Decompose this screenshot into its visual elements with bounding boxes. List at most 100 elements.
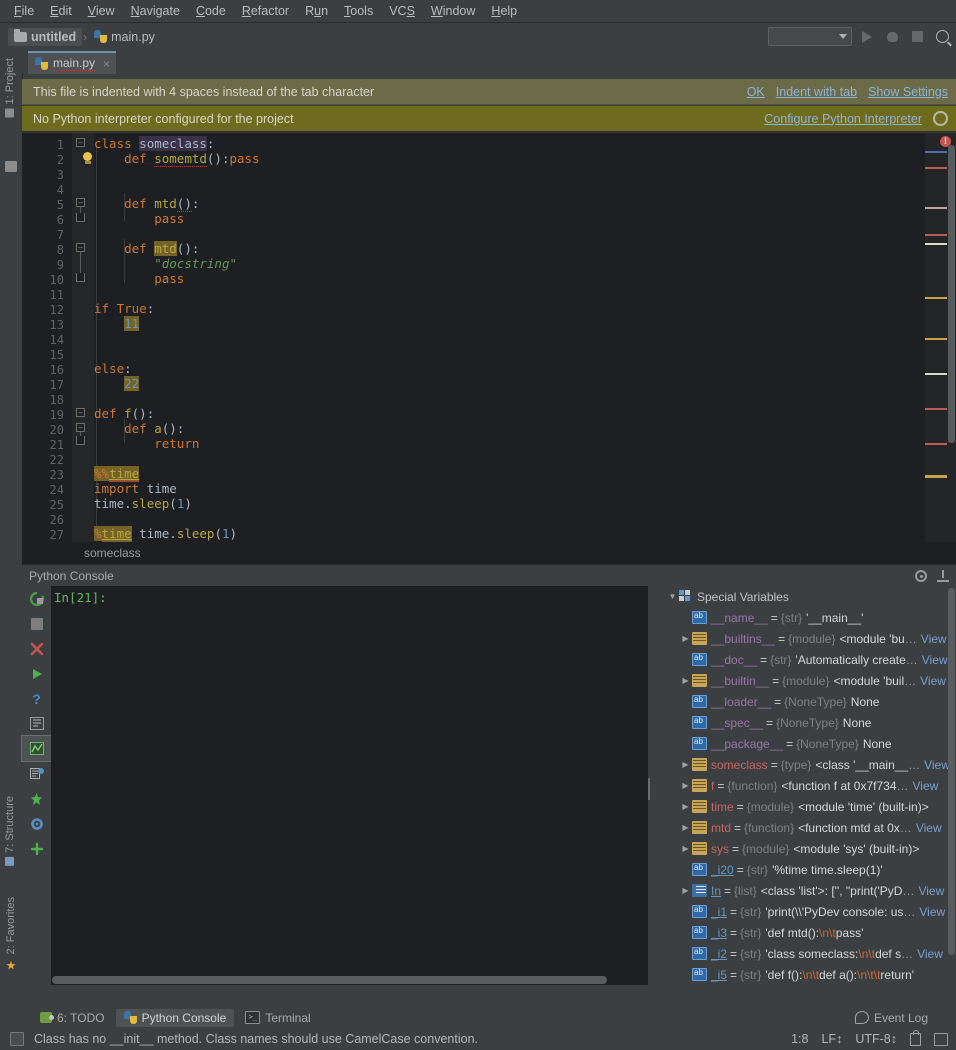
lock-icon[interactable]: [910, 1033, 921, 1046]
chevron-down-icon[interactable]: ▼: [666, 592, 679, 601]
stripe-mark[interactable]: [925, 373, 947, 375]
variable-row[interactable]: _i5={str}'def f():\n\tdef a():\n\t\tretu…: [660, 964, 956, 985]
debug-button[interactable]: [882, 27, 902, 47]
indent-with-tab-link[interactable]: Indent with tab: [776, 85, 857, 99]
menu-item-help[interactable]: Help: [483, 2, 525, 20]
view-link[interactable]: View: [916, 821, 942, 835]
stripe-mark[interactable]: [925, 408, 947, 410]
menu-item-vcs[interactable]: VCS: [381, 2, 423, 20]
chevron-right-icon[interactable]: ▶: [679, 886, 692, 895]
fold-marker-mtd2[interactable]: –: [76, 243, 85, 252]
bottom-tab-terminal[interactable]: >_ Terminal: [237, 1009, 318, 1027]
fold-marker-mtd1[interactable]: –: [76, 198, 85, 207]
line-separator[interactable]: LF↕: [821, 1032, 842, 1046]
menu-item-edit[interactable]: Edit: [42, 2, 80, 20]
chevron-right-icon[interactable]: ▶: [679, 823, 692, 832]
run-configuration-selector[interactable]: [768, 27, 852, 46]
variable-row[interactable]: ▶time={module}<module 'time' (built-in)>: [660, 796, 956, 817]
variable-row[interactable]: ▶someclass={type}<class '__main__…View: [660, 754, 956, 775]
configure-python-interpreter-link[interactable]: Configure Python Interpreter: [764, 112, 922, 126]
breadcrumb-project[interactable]: untitled: [8, 28, 82, 46]
editor-text[interactable]: class someclass: def somemtd():pass def …: [94, 133, 925, 542]
view-link[interactable]: View: [913, 779, 939, 793]
sidebar-item-structure[interactable]: 7: Structure: [0, 793, 20, 869]
menu-item-file[interactable]: FFileile: [6, 2, 42, 20]
chevron-right-icon[interactable]: ▶: [679, 844, 692, 853]
add-button[interactable]: [22, 836, 51, 861]
caret-position[interactable]: 1:8: [791, 1032, 808, 1046]
stripe-mark[interactable]: [925, 243, 947, 245]
chevron-right-icon[interactable]: ▶: [679, 802, 692, 811]
breadcrumb-file[interactable]: main.py: [88, 28, 161, 46]
menu-item-window[interactable]: Window: [423, 2, 483, 20]
chevron-right-icon[interactable]: ▶: [679, 634, 692, 643]
sidebar-item-project[interactable]: 1: Project: [0, 55, 20, 120]
variable-row[interactable]: ▶__builtin__={module}<module 'buil…View: [660, 670, 956, 691]
gear-icon[interactable]: [933, 111, 948, 126]
special-variables-panel[interactable]: ▼ Special Variables __name__={str}'__mai…: [660, 586, 956, 985]
history-button[interactable]: [22, 761, 51, 786]
view-link[interactable]: View: [918, 884, 944, 898]
editor-scrollbar-thumb[interactable]: [948, 145, 955, 443]
inspection-profile-icon[interactable]: [934, 1033, 948, 1046]
editor-error-stripe[interactable]: !: [925, 133, 956, 542]
editor-breadcrumb[interactable]: someclass: [22, 542, 956, 565]
stripe-mark[interactable]: [925, 443, 947, 445]
execute-button[interactable]: [22, 661, 51, 686]
editor-tab-main-py[interactable]: main.py ×: [28, 51, 116, 74]
help-button[interactable]: ?: [22, 686, 51, 711]
variable-row[interactable]: __doc__={str}'Automatically create…View: [660, 649, 956, 670]
console-output[interactable]: In[21]:: [51, 586, 648, 985]
file-encoding[interactable]: UTF-8↕: [855, 1032, 897, 1046]
settings-button[interactable]: [22, 811, 51, 836]
stripe-mark[interactable]: [925, 475, 947, 478]
intention-bulb-icon[interactable]: [83, 152, 93, 164]
console-scrollbar-thumb[interactable]: [52, 976, 607, 984]
show-variables-button[interactable]: [22, 711, 51, 736]
inspection-icon[interactable]: [10, 1032, 24, 1046]
hide-icon[interactable]: [937, 570, 949, 582]
close-button[interactable]: [22, 636, 51, 661]
special-variables-header[interactable]: ▼ Special Variables: [660, 586, 956, 607]
variable-row[interactable]: ▶In={list}<class 'list'>: ['', "print('P…: [660, 880, 956, 901]
view-link[interactable]: View: [922, 653, 948, 667]
variable-row[interactable]: ▶mtd={function}<function mtd at 0x…View: [660, 817, 956, 838]
variable-row[interactable]: _i3={str}'def mtd():\n\tpass': [660, 922, 956, 943]
view-link[interactable]: View: [917, 947, 943, 961]
view-link[interactable]: View: [919, 905, 945, 919]
stop-button[interactable]: [22, 611, 51, 636]
variable-row[interactable]: _i2={str}'class someclass:\n\tdef s…View: [660, 943, 956, 964]
menu-item-view[interactable]: View: [80, 2, 123, 20]
editor-fold-column[interactable]: – – – – –: [72, 133, 94, 542]
menu-item-navigate[interactable]: Navigate: [123, 2, 188, 20]
stripe-mark[interactable]: [925, 151, 947, 153]
chevron-right-icon[interactable]: ▶: [679, 676, 692, 685]
view-link[interactable]: View: [921, 632, 947, 646]
search-everywhere-button[interactable]: [932, 27, 952, 47]
bottom-tab-python-console[interactable]: Python Console: [116, 1009, 235, 1027]
close-icon[interactable]: ×: [103, 57, 110, 71]
kill-button[interactable]: [22, 786, 51, 811]
fold-end-mtd2[interactable]: [76, 273, 85, 282]
menu-item-code[interactable]: Code: [188, 2, 234, 20]
variable-row[interactable]: __name__={str}'__main__': [660, 607, 956, 628]
stripe-mark[interactable]: [925, 338, 947, 340]
stripe-mark[interactable]: [925, 297, 947, 299]
editor-gutter[interactable]: 12 34 56 78 910 1112 1314 1516 1718 1920…: [22, 133, 72, 542]
view-link[interactable]: View: [920, 674, 946, 688]
chevron-right-icon[interactable]: ▶: [679, 760, 692, 769]
chevron-right-icon[interactable]: ▶: [679, 781, 692, 790]
special-variables-list[interactable]: __name__={str}'__main__'▶__builtins__={m…: [660, 607, 956, 985]
menu-item-tools[interactable]: Tools: [336, 2, 381, 20]
collapse-all-icon[interactable]: [5, 161, 17, 172]
run-button[interactable]: [857, 27, 877, 47]
menu-item-run[interactable]: Run: [297, 2, 336, 20]
stop-button[interactable]: [907, 27, 927, 47]
variable-row[interactable]: ▶f={function}<function f at 0x7f734…View: [660, 775, 956, 796]
settings-gear-icon[interactable]: [915, 570, 927, 582]
event-log-button[interactable]: Event Log: [855, 1011, 928, 1025]
fold-marker-class[interactable]: –: [76, 138, 85, 147]
variable-row[interactable]: _i20={str}'%time time.sleep(1)': [660, 859, 956, 880]
bottom-tab-todo[interactable]: 6: TODO: [32, 1009, 113, 1027]
variables-scrollbar-thumb[interactable]: [948, 588, 955, 955]
